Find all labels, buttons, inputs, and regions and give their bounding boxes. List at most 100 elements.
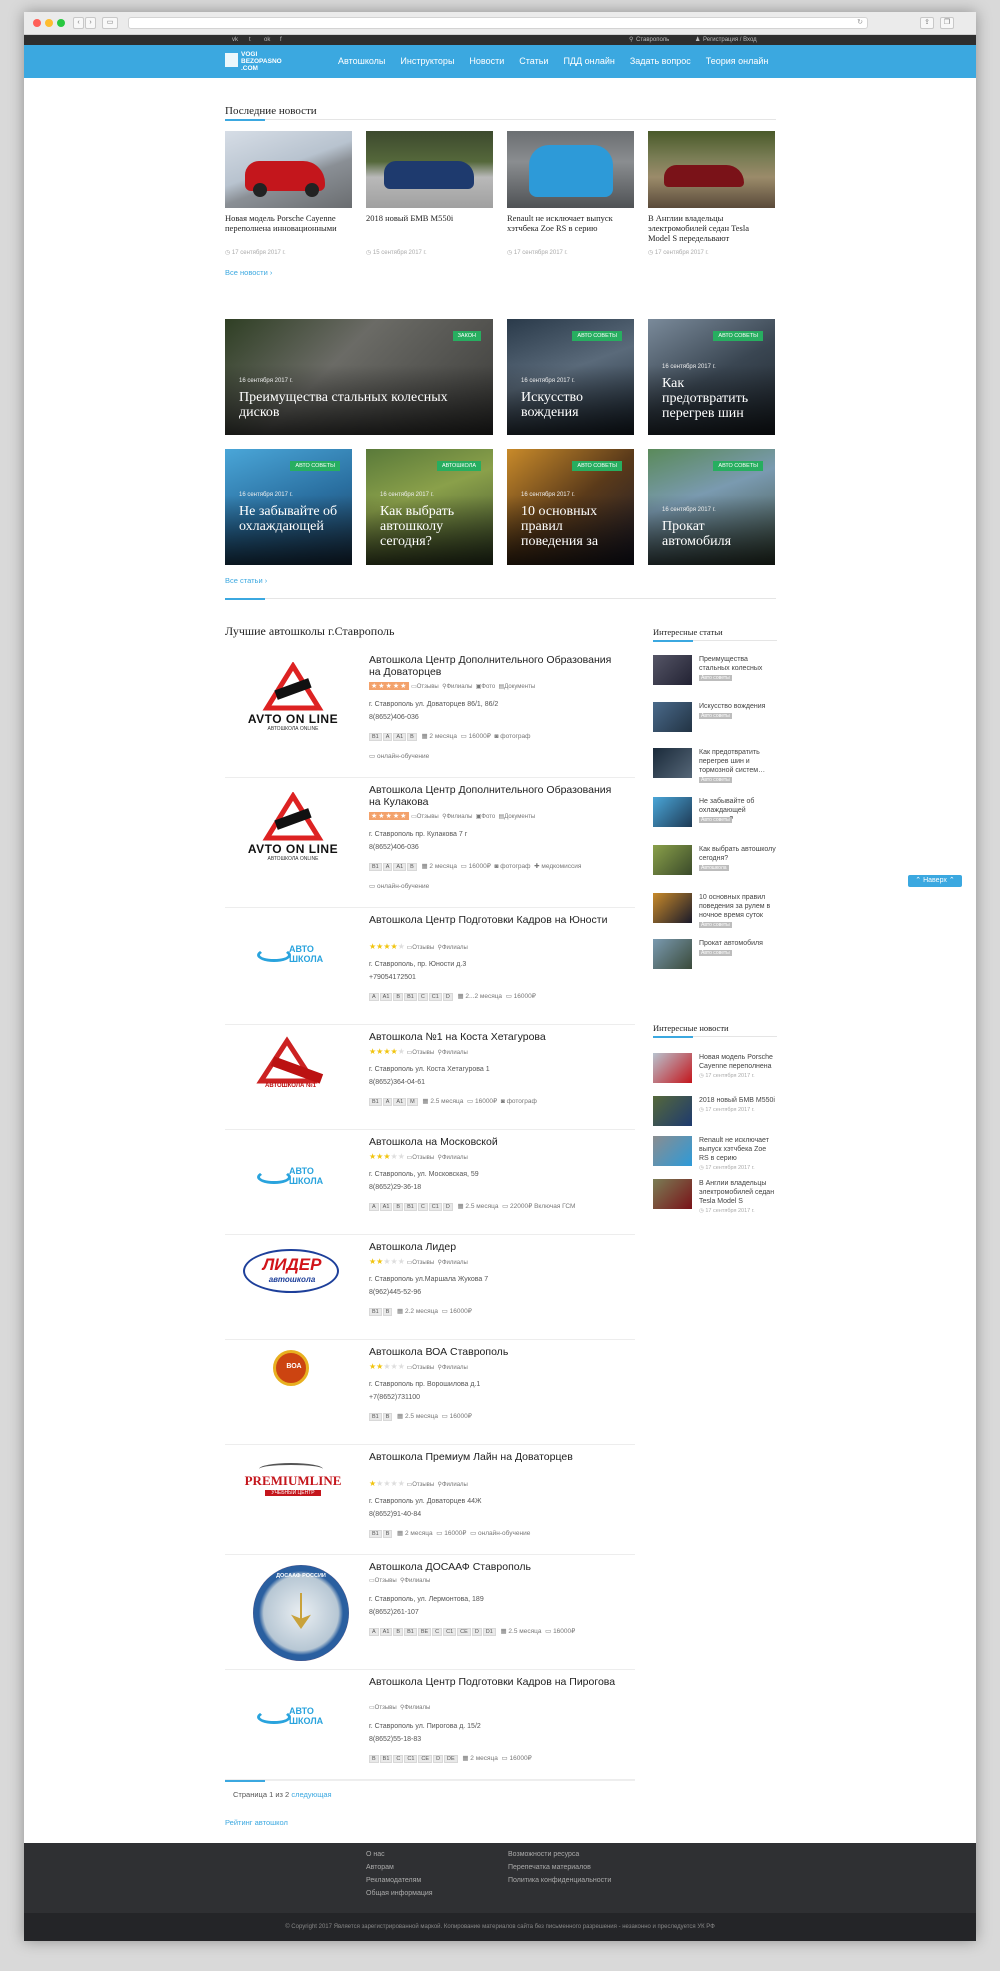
branches-link[interactable]: Филиалы [446,684,472,690]
news-title[interactable]: Renault не исключает выпуск хэтчбека Zoe… [507,213,627,233]
sidebar-article-thumb[interactable] [653,845,692,875]
sidebar-news-thumb[interactable] [653,1096,692,1126]
footer-link[interactable]: Политика конфиденциальности [508,1877,611,1884]
school-logo[interactable]: АВТО ШКОЛА [235,1152,351,1238]
article-tile[interactable]: АВТО СОВЕТЫ 16 сентября 2017 г. Не забыв… [225,449,352,565]
school-card[interactable]: PREMIUMLINE УЧЕБНЫЙ ЦЕНТР Автошкола Преми… [225,1445,635,1555]
all-news-link[interactable]: Все новости › [225,268,272,277]
ok-icon[interactable]: ok [264,35,270,45]
sidebar-article-title[interactable]: Как предотвратить перегрев шин и тормозн… [699,748,777,775]
branches-link[interactable]: Филиалы [442,1365,468,1371]
news-image-bmw[interactable] [366,131,493,208]
article-title[interactable]: Как предотвратить перегрев шин [662,376,767,421]
nav-item-news[interactable]: Новости [469,45,504,78]
school-name[interactable]: Автошкола ДОСААФ Ставрополь [369,1561,619,1573]
branches-link[interactable]: Филиалы [404,1578,430,1584]
reviews-link[interactable]: Отзывы [412,1365,434,1371]
news-image-tesla[interactable] [648,131,775,208]
sidebar-news-title[interactable]: 2018 новый БМВ M550i [699,1096,777,1105]
vk-icon[interactable]: vk [232,35,238,45]
school-logo[interactable]: АВТО ШКОЛА [235,1692,351,1778]
school-name[interactable]: Автошкола Центр Подготовки Кадров на Пир… [369,1676,619,1688]
article-title[interactable]: Как выбрать автошколу сегодня? [380,504,485,549]
facebook-icon[interactable]: f [280,35,282,45]
all-articles-link[interactable]: Все статьи › [225,576,267,585]
share-icon[interactable]: ⇪ [920,17,934,29]
city-selector[interactable]: Ставрополь [636,35,669,45]
school-card[interactable]: АВТОШКОЛА №1 Автошкола №1 на Коста Хетагу… [225,1025,635,1130]
school-logo[interactable]: PREMIUMLINE УЧЕБНЫЙ ЦЕНТР [235,1457,351,1543]
news-title[interactable]: 2018 новый БМВ M550i [366,213,486,223]
sidebar-article-thumb[interactable] [653,748,692,778]
branches-link[interactable]: Филиалы [404,1705,430,1711]
sidebar-article-thumb[interactable] [653,655,692,685]
news-image-renault[interactable] [507,131,634,208]
login-link[interactable]: Регистрация / Вход [703,35,757,45]
school-name[interactable]: Автошкола Лидер [369,1241,619,1253]
branches-link[interactable]: Филиалы [442,1482,468,1488]
branches-link[interactable]: Филиалы [442,1260,468,1266]
school-name[interactable]: Автошкола Центр Подготовки Кадров на Юно… [369,914,619,926]
article-tile-large[interactable]: ЗАКОН 16 сентября 2017 г. Преимущества с… [225,319,493,435]
article-title[interactable]: Преимущества стальных колесных дисков [239,390,485,420]
school-logo[interactable]: ДОСААФ РОССИИ [235,1565,351,1665]
nav-item-schools[interactable]: Автошколы [338,45,385,78]
footer-link[interactable]: Авторам [366,1864,394,1871]
article-title[interactable]: Искусство вождения [521,390,626,420]
sidebar-article-title[interactable]: Прокат автомобиля [699,939,777,948]
sidebar-news-thumb[interactable] [653,1136,692,1166]
sidebar-news-title[interactable]: В Англии владельцы электромобилей седан … [699,1179,777,1206]
school-name[interactable]: Автошкола Премиум Лайн на Доваторцев [369,1451,619,1463]
reviews-link[interactable]: Отзывы [412,1260,434,1266]
sidebar-news-title[interactable]: Новая модель Porsche Cayenne переполнена [699,1053,777,1071]
school-name[interactable]: Автошкола Центр Дополнительного Образова… [369,654,619,678]
article-title[interactable]: Не забывайте об охлаждающей [239,504,344,534]
school-name[interactable]: Автошкола №1 на Коста Хетагурова [369,1031,619,1043]
branches-link[interactable]: Филиалы [442,945,468,951]
rating-link[interactable]: Рейтинг автошкол [225,1818,288,1827]
twitter-icon[interactable]: t [249,35,251,45]
sidebar-news-title[interactable]: Renault не исключает выпуск хэтчбека Zoe… [699,1136,777,1163]
address-bar[interactable]: ↻ [128,17,868,29]
close-window-icon[interactable] [33,19,41,27]
article-tile[interactable]: АВТОШКОЛА 16 сентября 2017 г. Как выбрат… [366,449,493,565]
school-logo[interactable]: ЛИДЕР автошкола [235,1243,351,1329]
reviews-link[interactable]: Отзывы [375,1705,397,1711]
reviews-link[interactable]: Отзывы [417,684,439,690]
school-logo[interactable]: AVTO ON LINE АВТОШКОЛА ONLINE [235,791,351,878]
school-name[interactable]: Автошкола на Московской [369,1136,619,1148]
sidebar-news-thumb[interactable] [653,1179,692,1209]
school-card[interactable]: ВОА Автошкола ВОА Ставрополь ★★★★★ ▭Отзыв… [225,1340,635,1445]
school-logo[interactable]: AVTO ON LINE АВТОШКОЛА ONLINE [235,661,351,748]
school-name[interactable]: Автошкола Центр Дополнительного Образова… [369,784,619,808]
footer-link[interactable]: Рекламодателям [366,1877,421,1884]
documents-link[interactable]: Документы [504,684,535,690]
sidebar-article-thumb[interactable] [653,893,692,923]
back-to-top-button[interactable]: ⌃ Наверх ⌃ [908,875,962,887]
school-name[interactable]: Автошкола ВОА Ставрополь [369,1346,619,1358]
school-card[interactable]: АВТО ШКОЛА Автошкола на Московской ★★★★★ … [225,1130,635,1235]
news-title[interactable]: Новая модель Porsche Cayenne переполнена… [225,213,345,233]
branches-link[interactable]: Филиалы [446,814,472,820]
nav-item-theory[interactable]: Теория онлайн [706,45,769,78]
footer-link[interactable]: Перепечатка материалов [508,1864,591,1871]
nav-item-articles[interactable]: Статьи [519,45,548,78]
reviews-link[interactable]: Отзывы [412,1050,434,1056]
sidebar-article-title[interactable]: 10 основных правил поведения за рулем в … [699,893,777,920]
school-card[interactable]: АВТО ШКОЛА Автошкола Центр Подготовки Кад… [225,908,635,1025]
reviews-link[interactable]: Отзывы [412,1155,434,1161]
footer-link[interactable]: Возможности ресурса [508,1851,579,1858]
reviews-link[interactable]: Отзывы [417,814,439,820]
reviews-link[interactable]: Отзывы [375,1578,397,1584]
maximize-window-icon[interactable] [57,19,65,27]
school-card[interactable]: АВТО ШКОЛА Автошкола Центр Подготовки Кад… [225,1670,635,1780]
article-tile[interactable]: АВТО СОВЕТЫ 16 сентября 2017 г. Прокат а… [648,449,775,565]
article-tile[interactable]: АВТО СОВЕТЫ 16 сентября 2017 г. 10 основ… [507,449,634,565]
next-page-link[interactable]: следующая [291,1790,331,1799]
school-logo[interactable]: АВТОШКОЛА №1 [235,1035,351,1121]
tabs-icon[interactable]: ❐ [940,17,954,29]
nav-item-pdd[interactable]: ПДД онлайн [563,45,614,78]
reviews-link[interactable]: Отзывы [412,945,434,951]
sidebar-article-thumb[interactable] [653,702,692,732]
school-card[interactable]: AVTO ON LINE АВТОШКОЛА ONLINE Автошкола Ц… [225,778,635,908]
